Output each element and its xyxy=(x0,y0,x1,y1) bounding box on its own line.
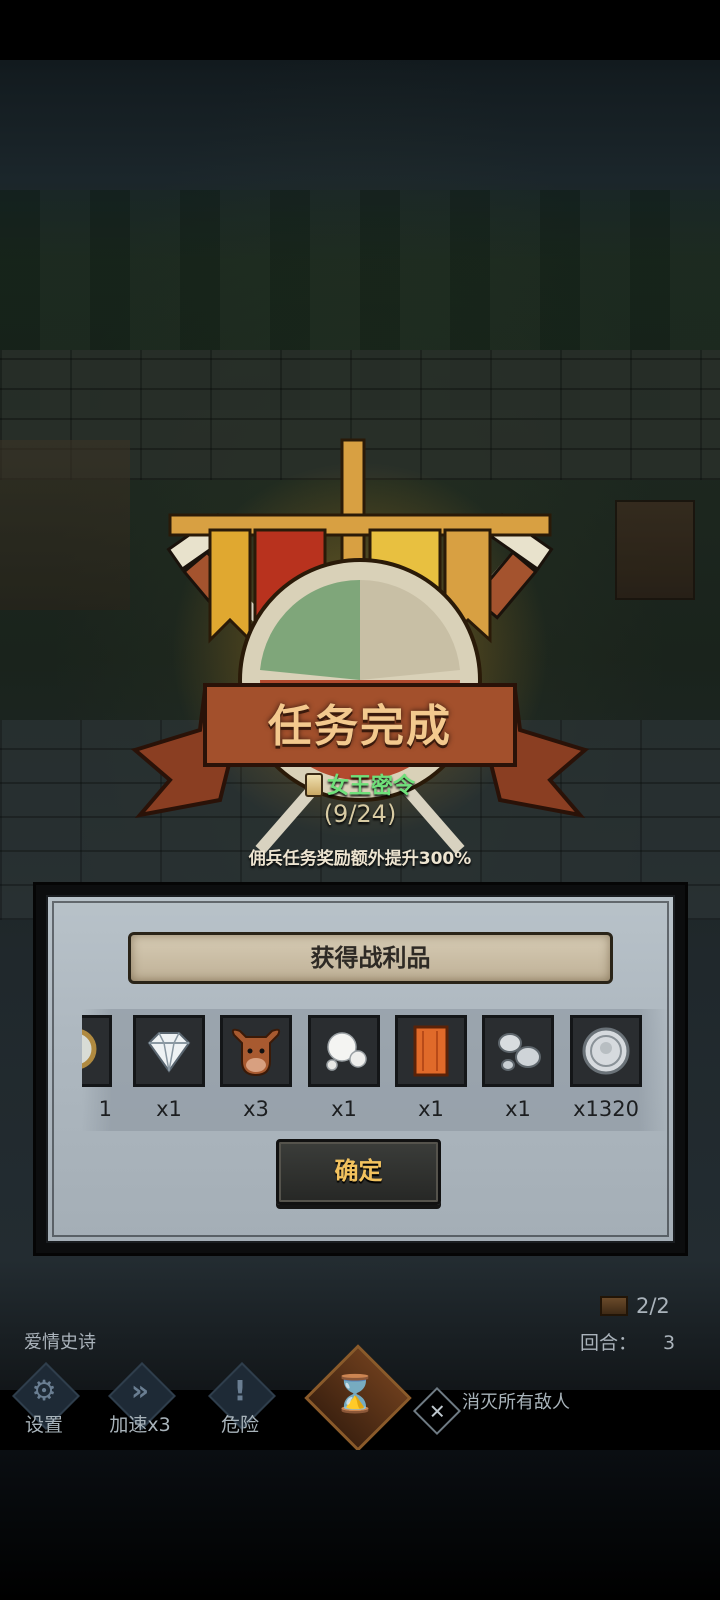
end-turn-button[interactable]: ⌛ xyxy=(305,1345,405,1445)
loot-count: x1 xyxy=(418,1097,444,1121)
gear-icon: ⚙ xyxy=(31,1374,57,1407)
loot-item[interactable]: x1 xyxy=(395,1015,467,1121)
objective: ✕ 消灭所有敌人 xyxy=(412,1386,570,1436)
loot-count: x1320 xyxy=(573,1097,639,1121)
round-counter: 回合： 3 xyxy=(580,1328,675,1355)
loot-title: 获得战利品 xyxy=(128,932,613,984)
loot-slot xyxy=(82,1015,112,1087)
speed-button[interactable]: » 加速x3 xyxy=(100,1360,180,1446)
round-value: 3 xyxy=(663,1332,676,1354)
pearls-icon xyxy=(326,1032,367,1071)
loot-list[interactable]: 1 x1 x3 x1 x1 x1 x1320 xyxy=(82,1009,668,1131)
loot-count: x1 xyxy=(331,1097,357,1121)
danger-label: 危险 xyxy=(220,1414,259,1436)
loot-count: x1 xyxy=(505,1097,531,1121)
wooden-crate xyxy=(615,500,695,600)
bonus-text: 佣兵任务奖励额外提升300% xyxy=(248,849,472,869)
silver-ore-icon xyxy=(498,1033,541,1071)
loot-slot xyxy=(220,1015,292,1087)
danger-button[interactable]: ! 危险 xyxy=(200,1360,280,1446)
chest-icon xyxy=(600,1296,628,1316)
loot-item[interactable]: x3 xyxy=(220,1015,292,1121)
quest-complete-emblem xyxy=(130,430,590,900)
loot-count: 1 xyxy=(98,1097,112,1121)
orange-plank-icon xyxy=(413,1025,449,1077)
loot-item[interactable]: x1320 xyxy=(570,1015,642,1121)
quest-item-label: 女王密令 xyxy=(326,774,415,799)
loot-count: x1 xyxy=(156,1097,182,1121)
settings-button[interactable]: ⚙ 设置 xyxy=(4,1360,84,1446)
confirm-button[interactable]: 确定 xyxy=(276,1139,441,1205)
loot-panel: 获得战利品 1 x1 x3 x1 x1 x1 x1320 确定 xyxy=(33,882,688,1256)
objective-text: 消灭所有敌人 xyxy=(462,1392,570,1413)
quest-progress: (9/24) xyxy=(323,800,397,828)
round-label: 回合： xyxy=(580,1332,638,1354)
bottom-spacer xyxy=(0,1450,720,1600)
loot-slot xyxy=(133,1015,205,1087)
settings-label: 设置 xyxy=(24,1414,63,1436)
chest-counter: 2/2 xyxy=(600,1294,670,1318)
loot-slot xyxy=(570,1015,642,1087)
silver-coin-icon xyxy=(582,1027,630,1075)
loot-item[interactable]: x1 xyxy=(133,1015,205,1121)
loot-panel-inner: 获得战利品 1 x1 x3 x1 x1 x1 x1320 确定 xyxy=(46,895,675,1243)
speed-label: 加速x3 xyxy=(109,1414,171,1436)
stage-name: 爱情史诗 xyxy=(24,1332,96,1353)
loot-item[interactable]: 1 xyxy=(82,1015,112,1121)
warning-icon: ! xyxy=(233,1374,247,1407)
fast-forward-icon: » xyxy=(130,1374,150,1407)
quest-complete-title: 任务完成 xyxy=(268,701,452,752)
thatched-hut xyxy=(0,440,130,610)
diamond-icon xyxy=(147,1032,191,1073)
loot-slot xyxy=(395,1015,467,1087)
mirror-icon xyxy=(82,1029,97,1069)
banner-shield-graphic xyxy=(130,438,590,854)
status-bar xyxy=(0,0,720,60)
loot-item[interactable]: x1 xyxy=(308,1015,380,1121)
cow-head-icon xyxy=(231,1028,281,1077)
scroll-icon xyxy=(304,773,323,797)
loot-count: x3 xyxy=(243,1097,269,1121)
crossed-swords-icon: ✕ xyxy=(412,1386,462,1436)
loot-item[interactable]: x1 xyxy=(482,1015,554,1121)
loot-slot xyxy=(482,1015,554,1087)
chest-count: 2/2 xyxy=(636,1294,670,1318)
hourglass-icon: ⌛ xyxy=(332,1374,378,1415)
quest-item-name: 女王密令 xyxy=(0,768,720,800)
loot-slot xyxy=(308,1015,380,1087)
